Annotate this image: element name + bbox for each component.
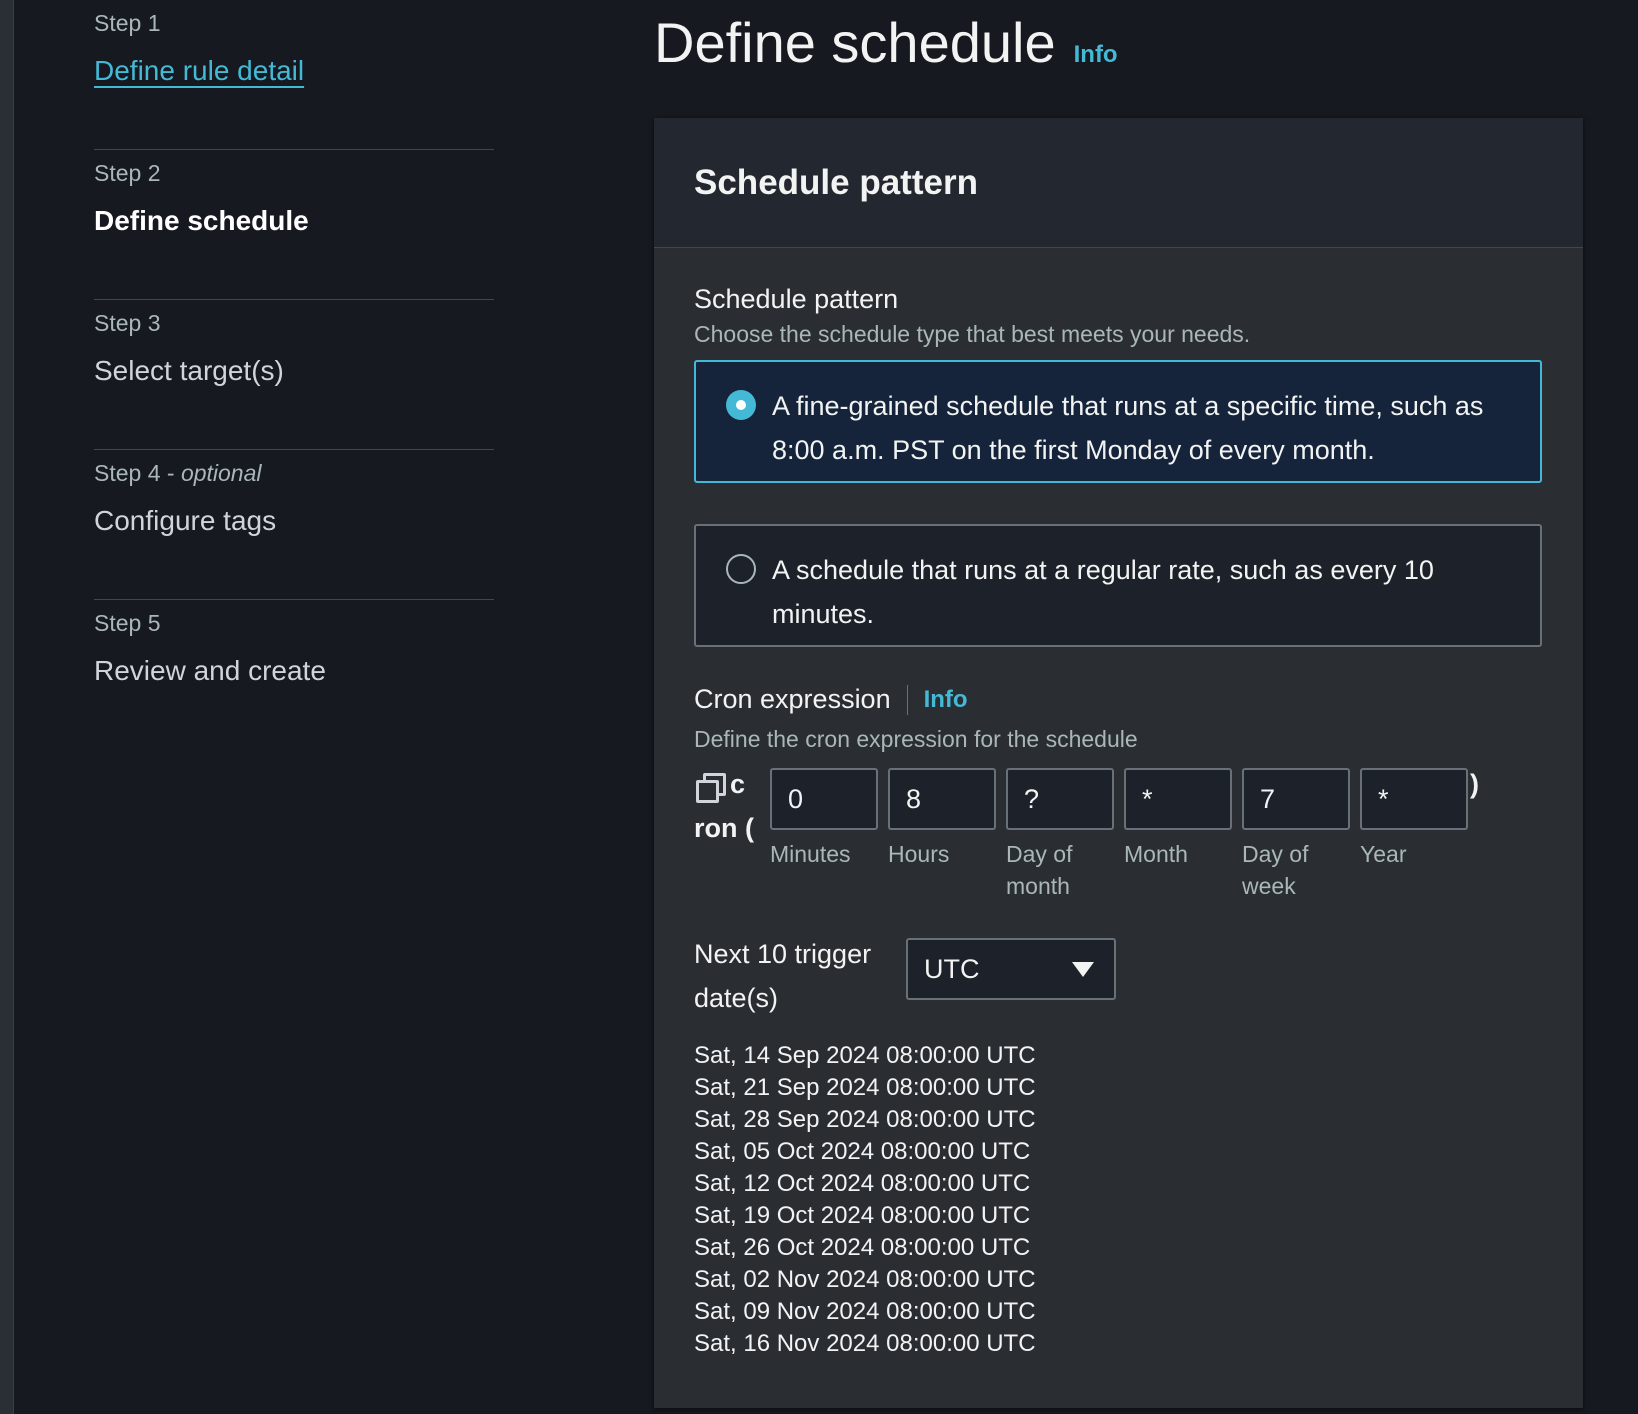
step-number: Step 4 - optional bbox=[94, 460, 262, 486]
copy-icon[interactable] bbox=[696, 772, 726, 803]
option-label: A fine-grained schedule that runs at a s… bbox=[772, 391, 1484, 465]
cron-day-of-month-input[interactable]: ? bbox=[1006, 768, 1114, 830]
timezone-value: UTC bbox=[924, 954, 980, 984]
panel-body: Schedule pattern Choose the schedule typ… bbox=[654, 248, 1583, 1408]
trigger-date: Sat, 02 Nov 2024 08:00:00 UTC bbox=[694, 1266, 1036, 1293]
option-fine-grained-schedule[interactable]: A fine-grained schedule that runs at a s… bbox=[694, 360, 1542, 483]
pattern-label: Schedule pattern bbox=[694, 284, 899, 314]
radio-button-checked[interactable] bbox=[726, 390, 756, 420]
cron-description: Define the cron expression for the sched… bbox=[694, 726, 1138, 752]
option-label: A schedule that runs at a regular rate, … bbox=[772, 555, 1434, 629]
wizard-step-4: Step 4 - optional Configure tags bbox=[94, 450, 494, 600]
cron-hours-input[interactable]: 8 bbox=[888, 768, 996, 830]
cron-hours-label: Hours bbox=[888, 841, 950, 867]
trigger-date: Sat, 16 Nov 2024 08:00:00 UTC bbox=[694, 1330, 1036, 1357]
step-title-configure-tags: Configure tags bbox=[94, 505, 277, 536]
trigger-date: Sat, 28 Sep 2024 08:00:00 UTC bbox=[694, 1106, 1036, 1133]
trigger-date: Sat, 21 Sep 2024 08:00:00 UTC bbox=[694, 1074, 1036, 1101]
cron-hours-field: 8 Hours bbox=[888, 768, 996, 870]
step-title-review-and-create: Review and create bbox=[94, 655, 326, 686]
wizard-step-5: Step 5 Review and create bbox=[94, 600, 494, 750]
trigger-date: Sat, 26 Oct 2024 08:00:00 UTC bbox=[694, 1234, 1031, 1261]
optional-tag: optional bbox=[180, 460, 262, 486]
trigger-dates-label: Next 10 trigger date(s) bbox=[694, 939, 872, 1013]
panel-title: Schedule pattern bbox=[694, 162, 978, 202]
trigger-date: Sat, 19 Oct 2024 08:00:00 UTC bbox=[694, 1202, 1031, 1229]
cron-prefix: c ron ( bbox=[694, 769, 754, 843]
wizard-steps: Step 1 Define rule detail Step 2 Define … bbox=[94, 0, 494, 750]
wizard-step-3: Step 3 Select target(s) bbox=[94, 300, 494, 450]
panel-header: Schedule pattern bbox=[654, 118, 1583, 248]
step-number: Step 3 bbox=[94, 310, 161, 336]
step-title-define-schedule: Define schedule bbox=[94, 205, 309, 236]
step-number: Step 5 bbox=[94, 610, 161, 636]
cron-day-of-month-field: ? Day of month bbox=[1006, 768, 1114, 902]
trigger-dates-list: Sat, 14 Sep 2024 08:00:00 UTC Sat, 21 Se… bbox=[694, 1040, 1036, 1360]
cron-minutes-input[interactable]: 0 bbox=[770, 768, 878, 830]
left-nav-edge bbox=[0, 0, 14, 1414]
cron-day-of-week-input[interactable]: 7 bbox=[1242, 768, 1350, 830]
trigger-date: Sat, 12 Oct 2024 08:00:00 UTC bbox=[694, 1170, 1031, 1197]
cron-minutes-field: 0 Minutes bbox=[770, 768, 878, 870]
label-divider bbox=[906, 684, 908, 715]
cron-year-label: Year bbox=[1360, 841, 1407, 867]
step-title-select-targets: Select target(s) bbox=[94, 355, 284, 386]
cron-month-label: Month bbox=[1124, 841, 1188, 867]
cron-month-field: * Month bbox=[1124, 768, 1232, 870]
step-number: Step 2 bbox=[94, 160, 161, 186]
wizard-step-1: Step 1 Define rule detail bbox=[94, 0, 494, 150]
cron-info-link[interactable]: Info bbox=[924, 686, 968, 714]
cron-year-field: * Year bbox=[1360, 768, 1468, 870]
trigger-date: Sat, 05 Oct 2024 08:00:00 UTC bbox=[694, 1138, 1031, 1165]
option-rate-based-schedule[interactable]: A schedule that runs at a regular rate, … bbox=[694, 524, 1542, 647]
trigger-date: Sat, 14 Sep 2024 08:00:00 UTC bbox=[694, 1042, 1036, 1069]
cron-day-of-week-field: 7 Day of week bbox=[1242, 768, 1350, 902]
cron-month-input[interactable]: * bbox=[1124, 768, 1232, 830]
step-link-define-rule-detail[interactable]: Define rule detail bbox=[94, 52, 494, 90]
cron-day-of-month-label: Day of month bbox=[1006, 841, 1073, 899]
cron-year-input[interactable]: * bbox=[1360, 768, 1468, 830]
cron-minutes-label: Minutes bbox=[770, 841, 851, 867]
schedule-pattern-panel: Schedule pattern Schedule pattern Choose… bbox=[654, 118, 1583, 1408]
page-heading: Define schedule Info bbox=[654, 10, 1118, 75]
timezone-select[interactable]: UTC bbox=[906, 938, 1116, 1000]
step-number: Step 1 bbox=[94, 10, 161, 36]
pattern-field-header: Schedule pattern Choose the schedule typ… bbox=[694, 284, 1250, 348]
pattern-description: Choose the schedule type that best meets… bbox=[694, 321, 1251, 347]
cron-label: Cron expression bbox=[694, 684, 891, 714]
page-info-link[interactable]: Info bbox=[1074, 41, 1118, 69]
page-title: Define schedule bbox=[654, 11, 1056, 74]
wizard-step-2: Step 2 Define schedule bbox=[94, 150, 494, 300]
caret-down-icon bbox=[1072, 962, 1094, 977]
cron-day-of-week-label: Day of week bbox=[1242, 841, 1309, 899]
radio-button-unchecked[interactable] bbox=[726, 554, 756, 584]
trigger-date: Sat, 09 Nov 2024 08:00:00 UTC bbox=[694, 1298, 1036, 1325]
cron-label-row: Cron expression Info bbox=[694, 684, 968, 715]
cron-suffix: ) bbox=[1470, 769, 1479, 799]
